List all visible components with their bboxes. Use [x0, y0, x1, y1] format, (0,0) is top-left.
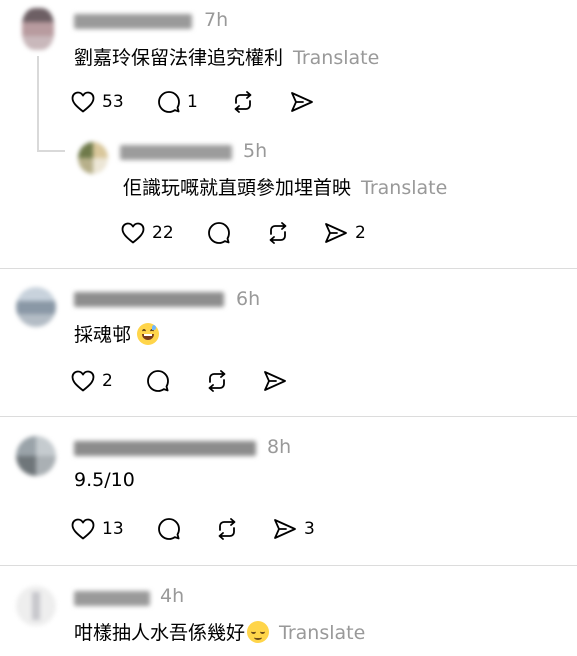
like-count: 2: [102, 371, 113, 391]
like-count: 13: [102, 519, 124, 539]
send-icon: [291, 92, 313, 112]
timestamp: 4h: [160, 585, 185, 607]
send-icon: [274, 519, 296, 539]
thread-line: [37, 56, 39, 152]
translate-link[interactable]: Translate: [279, 622, 365, 644]
comment-body: 咁樣抽人水吾係幾好: [74, 622, 246, 644]
divider: [0, 565, 577, 566]
repost-button[interactable]: [214, 516, 240, 542]
reply-button[interactable]: [207, 221, 231, 245]
translate-link[interactable]: Translate: [361, 177, 447, 199]
repost-icon: [269, 222, 287, 244]
comment-text: 劉嘉玲保留法律追究權利 Translate: [74, 43, 379, 70]
comment-body: 佢識玩嘅就直頭參加埋首映: [123, 177, 352, 199]
divider: [0, 268, 577, 269]
avatar[interactable]: [22, 8, 54, 50]
share-count: 2: [355, 223, 366, 243]
grinning-sweat-emoji: [137, 323, 160, 345]
like-button[interactable]: 2: [70, 369, 113, 393]
speech-bubble-icon: [158, 91, 180, 113]
speech-bubble-icon: [147, 370, 169, 392]
heart-icon: [71, 370, 95, 392]
send-icon: [264, 371, 286, 391]
avatar[interactable]: [16, 436, 56, 476]
like-count: 22: [152, 223, 174, 243]
comment-body: 採魂邨: [74, 324, 132, 346]
share-button[interactable]: [262, 369, 288, 393]
comment-text: 佢識玩嘅就直頭參加埋首映 Translate: [123, 173, 447, 200]
heart-icon: [71, 91, 95, 113]
heart-icon: [121, 222, 145, 244]
relieved-emoji: [247, 621, 270, 643]
reply-button[interactable]: [157, 517, 181, 541]
comment-text: 9.5/10: [74, 469, 135, 491]
avatar[interactable]: [16, 287, 56, 327]
share-button[interactable]: 2: [323, 221, 366, 245]
reply-count: 1: [187, 92, 198, 112]
reply-button[interactable]: [146, 369, 170, 393]
timestamp: 8h: [267, 436, 292, 458]
repost-icon: [208, 370, 226, 392]
timestamp: 6h: [236, 288, 261, 310]
like-button[interactable]: 22: [120, 221, 174, 245]
comment-text: 咁樣抽人水吾係幾好 Translate: [74, 618, 365, 645]
timestamp: 5h: [243, 140, 268, 162]
username[interactable]: [120, 145, 232, 160]
repost-button[interactable]: [204, 368, 230, 394]
username[interactable]: [74, 292, 224, 307]
share-count: 3: [304, 519, 315, 539]
speech-bubble-icon: [208, 222, 230, 244]
share-button[interactable]: [289, 90, 315, 114]
thread-curve: [37, 150, 65, 152]
heart-icon: [71, 518, 95, 540]
send-icon: [325, 223, 347, 243]
speech-bubble-icon: [158, 518, 180, 540]
repost-icon: [218, 518, 236, 540]
share-button[interactable]: 3: [272, 517, 315, 541]
like-button[interactable]: 53: [70, 90, 124, 114]
like-button[interactable]: 13: [70, 517, 124, 541]
repost-button[interactable]: [230, 89, 256, 115]
comment-body: 9.5/10: [74, 469, 135, 491]
divider: [0, 416, 577, 417]
translate-link[interactable]: Translate: [293, 47, 379, 69]
reply-button[interactable]: 1: [157, 90, 198, 114]
repost-icon: [234, 91, 252, 113]
avatar[interactable]: [16, 586, 56, 626]
username[interactable]: [74, 14, 192, 29]
repost-button[interactable]: [265, 220, 291, 246]
timestamp: 7h: [204, 9, 229, 31]
like-count: 53: [102, 92, 124, 112]
username[interactable]: [74, 591, 150, 606]
username[interactable]: [74, 441, 256, 456]
comment-text: 採魂邨: [74, 320, 160, 347]
avatar[interactable]: [78, 142, 108, 174]
comment-body: 劉嘉玲保留法律追究權利: [74, 47, 284, 69]
